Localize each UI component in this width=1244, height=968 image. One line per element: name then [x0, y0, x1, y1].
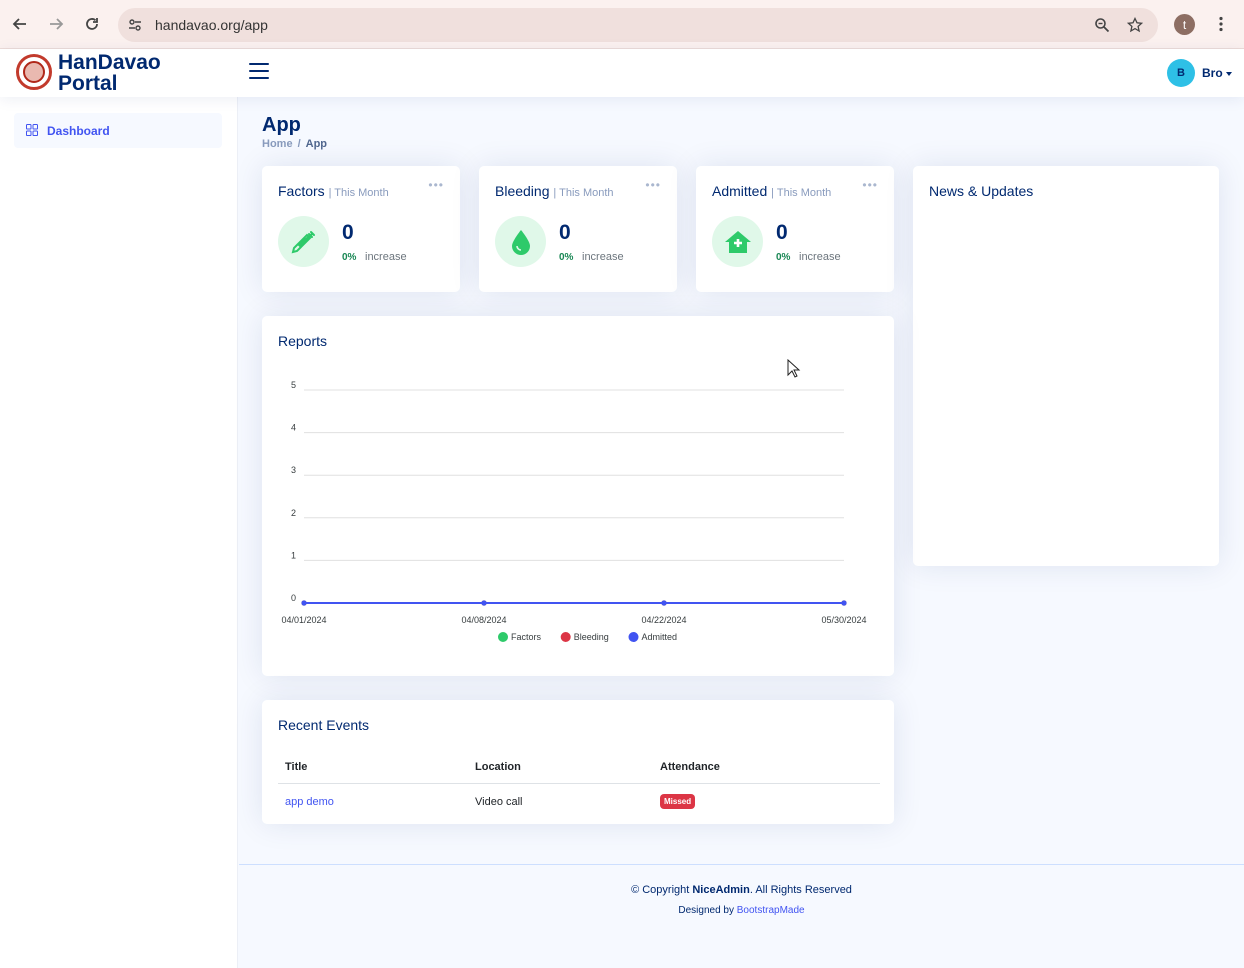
- data-point-admitted: [661, 600, 667, 606]
- y-tick-label: 4: [291, 423, 296, 433]
- stat-value: 0: [342, 221, 354, 244]
- portal-logo[interactable]: [16, 54, 52, 90]
- breadcrumb-current: App: [305, 138, 328, 150]
- sidebar-item-label: Dashboard: [47, 124, 110, 138]
- legend-marker-admitted: [628, 632, 639, 642]
- hospital-icon: [712, 216, 763, 267]
- event-title-link[interactable]: app demo: [285, 796, 334, 808]
- events-table: Title Location Attendance app demo Video…: [278, 756, 880, 819]
- forward-icon[interactable]: [44, 12, 68, 36]
- column-header[interactable]: Location: [468, 756, 653, 784]
- stat-value: 0: [776, 221, 788, 244]
- status-badge: Missed: [660, 794, 696, 809]
- card-title: Bleeding | This Month: [495, 183, 614, 199]
- legend-marker-bleeding: [560, 632, 571, 642]
- back-icon[interactable]: [8, 12, 32, 36]
- data-point-admitted: [841, 600, 847, 606]
- sidebar: Dashboard: [0, 97, 238, 968]
- factors-card: Factors | This Month ••• 0 0% increase: [262, 166, 460, 292]
- y-tick-label: 1: [291, 550, 296, 560]
- column-header[interactable]: Title: [278, 756, 468, 784]
- zoom-icon[interactable]: [1093, 16, 1111, 34]
- legend-label: Bleeding: [574, 632, 609, 642]
- card-title: Factors | This Month: [278, 183, 389, 199]
- user-menu[interactable]: Bro: [1202, 66, 1233, 80]
- brand-name[interactable]: HanDavao Portal: [58, 52, 161, 94]
- designed-by-text: Designed by BootstrapMade: [678, 905, 805, 916]
- menu-toggle-icon[interactable]: [249, 63, 269, 81]
- admitted-card: Admitted | This Month ••• 0 0% increase: [696, 166, 894, 292]
- more-options-icon[interactable]: •••: [862, 178, 878, 192]
- browser-menu-icon[interactable]: [1209, 12, 1233, 36]
- event-location: Video call: [475, 795, 523, 808]
- browser-toolbar: handavao.org/app t: [0, 0, 1244, 49]
- stat-percent: 0%: [776, 252, 791, 263]
- news-title: News & Updates: [929, 183, 1034, 199]
- stat-percent: 0%: [559, 252, 574, 263]
- page-title: App: [262, 114, 301, 136]
- table-row: app demo Video call Missed: [278, 784, 880, 820]
- syringe-icon: [278, 216, 329, 267]
- x-tick-label: 04/08/2024: [461, 615, 506, 625]
- reload-icon[interactable]: [80, 12, 104, 36]
- copyright-text: © Copyright NiceAdmin. All Rights Reserv…: [631, 884, 852, 896]
- events-title: Recent Events: [278, 717, 370, 733]
- app-header: HanDavao Portal B Bro: [0, 49, 1244, 97]
- breadcrumb-home[interactable]: Home: [262, 138, 293, 150]
- droplet-icon: [495, 216, 546, 267]
- legend-label: Admitted: [642, 632, 678, 642]
- x-tick-label: 04/01/2024: [281, 615, 326, 625]
- browser-profile-avatar[interactable]: t: [1174, 14, 1195, 35]
- x-tick-label: 05/30/2024: [821, 615, 866, 625]
- stat-trend: increase: [365, 251, 407, 263]
- news-card: News & Updates: [913, 166, 1219, 566]
- footer: © Copyright NiceAdmin. All Rights Reserv…: [239, 864, 1244, 968]
- table-header-row: Title Location Attendance: [278, 756, 880, 784]
- address-bar[interactable]: handavao.org/app: [118, 8, 1158, 42]
- url-text[interactable]: handavao.org/app: [155, 17, 268, 33]
- stat-trend: increase: [582, 251, 624, 263]
- stat-percent: 0%: [342, 252, 357, 263]
- y-tick-label: 2: [291, 508, 296, 518]
- y-tick-label: 5: [291, 380, 296, 390]
- y-tick-label: 0: [291, 593, 296, 603]
- stat-value: 0: [559, 221, 571, 244]
- legend-label: Factors: [511, 632, 542, 642]
- mouse-cursor-icon: [787, 359, 801, 378]
- bleeding-card: Bleeding | This Month ••• 0 0% increase: [479, 166, 677, 292]
- bootstrapmade-link[interactable]: BootstrapMade: [737, 905, 805, 916]
- column-header[interactable]: Attendance: [653, 756, 880, 784]
- sidebar-item-dashboard[interactable]: Dashboard: [14, 113, 222, 148]
- card-title: Admitted | This Month: [712, 183, 832, 199]
- data-point-admitted: [481, 600, 487, 606]
- caret-down-icon: [1226, 71, 1233, 76]
- more-options-icon[interactable]: •••: [428, 178, 444, 192]
- data-point-admitted: [301, 600, 307, 606]
- breadcrumb: Home / App: [262, 138, 328, 150]
- stat-trend: increase: [799, 251, 841, 263]
- bookmark-star-icon[interactable]: [1126, 16, 1144, 34]
- legend-marker-factors: [498, 632, 508, 642]
- recent-events-card: Recent Events Title Location Attendance …: [262, 700, 894, 824]
- x-tick-label: 04/22/2024: [641, 615, 686, 625]
- more-options-icon[interactable]: •••: [645, 178, 661, 192]
- grid-icon: [26, 124, 38, 136]
- y-tick-label: 3: [291, 465, 296, 475]
- avatar[interactable]: B: [1167, 59, 1195, 87]
- site-settings-icon[interactable]: [126, 16, 144, 34]
